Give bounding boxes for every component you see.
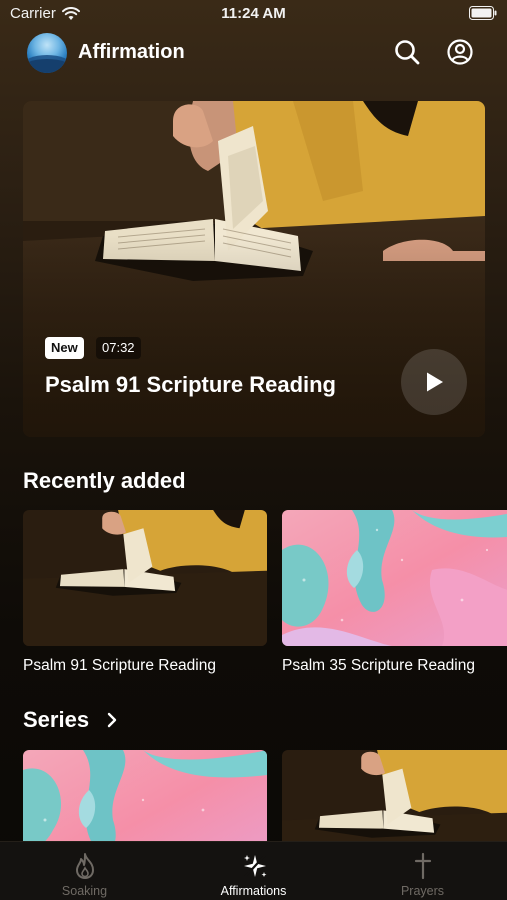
cross-icon	[414, 852, 432, 880]
series-item-thumbnail[interactable]	[282, 750, 507, 841]
status-time: 11:24 AM	[221, 5, 286, 22]
series-heading-label: Series	[23, 707, 90, 732]
profile-icon[interactable]	[446, 38, 474, 66]
recent-item-thumbnail[interactable]	[23, 510, 267, 646]
flame-icon	[76, 853, 94, 879]
pink-fluid-art	[282, 510, 507, 646]
tab-label: Affirmations	[220, 884, 287, 898]
tab-affirmations[interactable]: Affirmations	[169, 842, 338, 900]
play-icon	[427, 372, 443, 392]
duration-badge: 07:32	[96, 337, 141, 359]
chevron-right-icon	[107, 712, 117, 728]
tab-soaking[interactable]: Soaking	[0, 842, 169, 900]
series-item-thumbnail[interactable]	[23, 750, 267, 841]
tab-bar: Soaking Affirmations Prayers	[0, 841, 507, 900]
battery-icon	[469, 6, 497, 20]
bible-reading-photo	[23, 510, 267, 646]
pink-fluid-art	[23, 750, 267, 841]
search-icon[interactable]	[393, 38, 421, 66]
app-title: Affirmation	[78, 41, 185, 63]
tab-label: Soaking	[61, 884, 108, 898]
play-button[interactable]	[401, 349, 467, 415]
series-heading[interactable]: Series	[23, 707, 117, 733]
app-header: Affirmation	[0, 30, 507, 76]
tab-label: Prayers	[400, 884, 445, 898]
recently-added-heading: Recently added	[23, 468, 186, 493]
tab-prayers[interactable]: Prayers	[338, 842, 507, 900]
recent-item-label[interactable]: Psalm 91 Scripture Reading	[23, 657, 267, 675]
new-badge: New	[45, 337, 84, 359]
sparkle-icon	[244, 854, 267, 878]
featured-title: Psalm 91 Scripture Reading	[45, 372, 336, 397]
recent-item-thumbnail[interactable]	[282, 510, 507, 646]
status-bar: Carrier 11:24 AM	[0, 0, 507, 28]
app-logo	[27, 33, 67, 73]
recent-item-label[interactable]: Psalm 35 Scripture Reading	[282, 657, 507, 675]
bible-reading-photo	[282, 750, 507, 841]
featured-card[interactable]: New 07:32 Psalm 91 Scripture Reading	[23, 101, 485, 437]
